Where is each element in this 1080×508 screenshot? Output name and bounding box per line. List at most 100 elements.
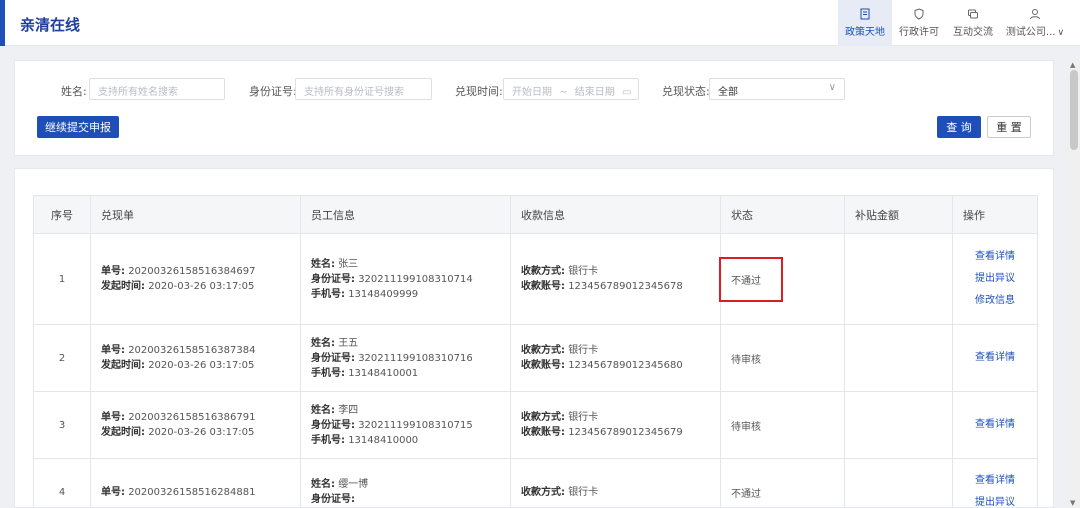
payment-cell: 收款方式: 银行卡 收款账号: 123456789012345678 xyxy=(510,233,721,325)
id-no-label: 身份证号: xyxy=(311,419,355,431)
query-button[interactable]: 查 询 xyxy=(937,116,981,138)
employee-cell: 姓名: 张三 身份证号: 320211199108310714 手机号: 131… xyxy=(300,233,511,325)
pay-method: 银行卡 xyxy=(568,345,599,356)
employee-cell: 姓名: 王五 身份证号: 320211199108310716 手机号: 131… xyxy=(300,324,511,392)
raise-objection-link[interactable]: 提出异议 xyxy=(953,268,1037,290)
date-range-picker[interactable]: 开始日期 ~ 结束日期 ▭ xyxy=(503,78,639,100)
payment-cell: 收款方式: 银行卡 xyxy=(510,458,721,508)
phone-label: 手机号: xyxy=(311,288,345,300)
order-no-label: 单号: xyxy=(101,345,125,356)
nav-policy-label: 政策天地 xyxy=(845,27,885,38)
nav-policy[interactable]: 政策天地 xyxy=(838,0,892,46)
table-header-row: 序号 兑现单 员工信息 收款信息 状态 补贴金额 操作 xyxy=(33,195,1038,234)
col-amount: 补贴金额 xyxy=(844,195,953,234)
actions-cell: 查看详情 提出异议 修改信息 xyxy=(952,233,1038,325)
view-details-link[interactable]: 查看详情 xyxy=(953,246,1037,268)
name-label: 姓名: xyxy=(311,258,335,270)
row-index: 3 xyxy=(33,391,91,459)
col-payment: 收款信息 xyxy=(510,195,721,234)
col-actions: 操作 xyxy=(952,195,1038,234)
scroll-thumb[interactable] xyxy=(1070,70,1078,150)
shield-icon xyxy=(914,8,924,20)
view-details-link[interactable]: 查看详情 xyxy=(953,470,1037,492)
nav-interaction-label: 互动交流 xyxy=(953,27,993,38)
pay-method: 银行卡 xyxy=(568,486,599,498)
reset-button[interactable]: 重 置 xyxy=(987,116,1031,138)
employee-cell: 姓名: 李四 身份证号: 320211199108310715 手机号: 131… xyxy=(300,391,511,459)
table-row: 1 单号: 20200326158516384697 发起时间: 2020-03… xyxy=(33,233,1038,325)
account-label: 收款账号: xyxy=(521,281,565,292)
brand-stripe xyxy=(0,0,5,46)
start-time: 2020-03-26 03:17:05 xyxy=(148,360,255,371)
nav-user-label: 测试公司... ∨ xyxy=(1005,27,1065,38)
document-icon xyxy=(860,8,870,20)
actions-cell: 查看详情 xyxy=(952,324,1038,392)
id-no-label: 身份证号: xyxy=(311,494,355,505)
nav-interaction[interactable]: 互动交流 xyxy=(946,0,1000,46)
raise-objection-link[interactable]: 提出异议 xyxy=(953,492,1037,508)
pay-method-label: 收款方式: xyxy=(521,345,565,356)
top-nav: 政策天地 行政许可 互动交流 测试公司... ∨ xyxy=(838,0,1070,46)
account-no: 123456789012345680 xyxy=(568,360,683,371)
time-label: 兑现时间: xyxy=(455,85,503,98)
status-select-value: 全部 xyxy=(718,87,738,98)
employee-cell: 姓名: 缨一博 身份证号: xyxy=(300,458,511,508)
pay-method-label: 收款方式: xyxy=(521,412,565,423)
table-row: 4 单号: 20200326158516284881 姓名: 缨一博 身份证号:… xyxy=(33,458,1038,508)
chat-icon xyxy=(968,9,978,19)
pay-method-label: 收款方式: xyxy=(521,486,565,498)
page-scrollbar[interactable]: ▲ ▼ xyxy=(1068,60,1080,508)
order-no-label: 单号: xyxy=(101,412,125,423)
employee-name: 李四 xyxy=(338,404,359,416)
phone-label: 手机号: xyxy=(311,367,345,379)
name-label: 姓名: xyxy=(61,85,87,98)
id-search-input[interactable]: 支持所有身份证号搜索 xyxy=(295,78,432,100)
employee-id: 320211199108310716 xyxy=(358,352,473,364)
brand-title: 亲清在线 xyxy=(20,16,81,34)
start-time: 2020-03-26 03:17:05 xyxy=(148,427,255,438)
chevron-down-icon: ∨ xyxy=(828,82,836,93)
scroll-down-icon[interactable]: ▼ xyxy=(1070,499,1075,507)
employee-id: 320211199108310715 xyxy=(358,419,473,431)
employee-name: 张三 xyxy=(338,258,359,270)
name-label: 姓名: xyxy=(311,479,335,490)
start-time: 2020-03-26 03:17:05 xyxy=(148,281,255,292)
view-details-link[interactable]: 查看详情 xyxy=(953,414,1037,436)
order-no: 20200326158516386791 xyxy=(128,412,256,423)
continue-submit-button[interactable]: 继续提交申报 xyxy=(37,116,119,138)
col-index: 序号 xyxy=(33,195,91,234)
nav-license[interactable]: 行政许可 xyxy=(892,0,946,46)
row-index: 1 xyxy=(33,233,91,325)
account-label: 收款账号: xyxy=(521,360,565,371)
actions-cell: 查看详情 xyxy=(952,391,1038,459)
id-label: 身份证号: xyxy=(249,85,297,98)
nav-user-menu[interactable]: 测试公司... ∨ xyxy=(1000,0,1070,46)
calendar-icon: ▭ xyxy=(621,87,632,98)
chevron-down-icon: ∨ xyxy=(1057,28,1065,38)
order-no: 20200326158516387384 xyxy=(128,345,256,356)
order-no: 20200326158516284881 xyxy=(128,486,256,498)
pay-method: 银行卡 xyxy=(568,412,599,423)
employee-phone: 13148410000 xyxy=(348,434,419,446)
table-row: 2 单号: 20200326158516387384 发起时间: 2020-03… xyxy=(33,324,1038,392)
status-cell: 待审核 xyxy=(720,324,845,392)
name-search-input[interactable]: 支持所有姓名搜索 xyxy=(89,78,225,100)
phone-label: 手机号: xyxy=(311,434,345,446)
row-index: 2 xyxy=(33,324,91,392)
name-label: 姓名: xyxy=(311,337,335,349)
actions-cell: 查看详情 提出异议 xyxy=(952,458,1038,508)
row-index: 4 xyxy=(33,458,91,508)
end-date-placeholder: 结束日期 xyxy=(574,87,615,98)
status-cell: 不通过 xyxy=(719,233,845,325)
status-select[interactable]: 全部 ∨ xyxy=(709,78,845,100)
order-cell: 单号: 20200326158516384697 发起时间: 2020-03-2… xyxy=(90,233,301,325)
view-details-link[interactable]: 查看详情 xyxy=(953,347,1037,369)
status-label: 兑现状态: xyxy=(662,85,710,98)
scroll-up-icon[interactable]: ▲ xyxy=(1070,61,1075,69)
start-time-label: 发起时间: xyxy=(101,360,145,371)
order-no-label: 单号: xyxy=(101,266,125,277)
table-row: 3 单号: 20200326158516386791 发起时间: 2020-03… xyxy=(33,391,1038,459)
order-no: 20200326158516384697 xyxy=(128,266,256,277)
employee-name: 缨一博 xyxy=(338,479,369,490)
edit-info-link[interactable]: 修改信息 xyxy=(953,290,1037,312)
